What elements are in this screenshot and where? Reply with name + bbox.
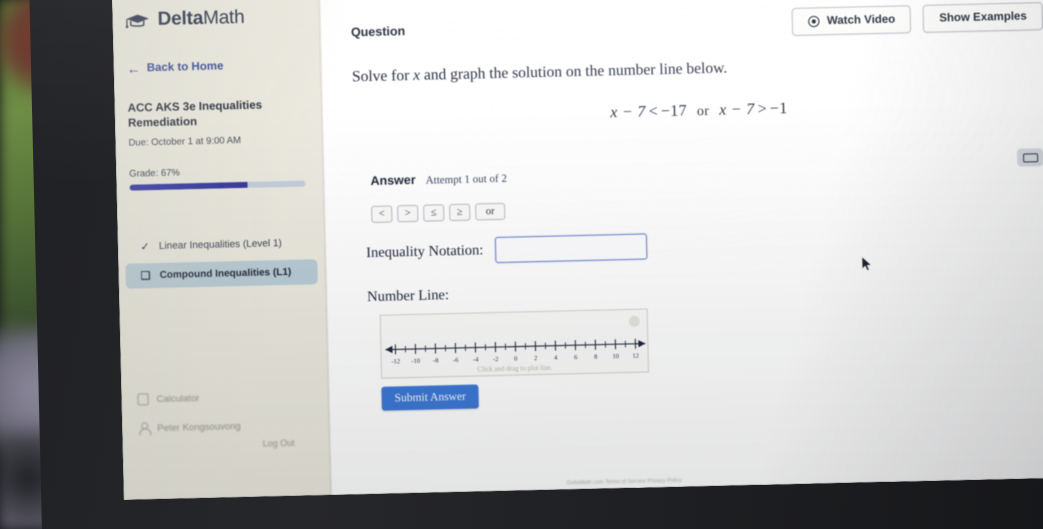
sidebar: DeltaMath ← Back to Home ACC AKS 3e Ineq… — [112, 0, 331, 500]
prompt-before-text: Solve for — [351, 67, 410, 86]
sidebar-item-compound-inequalities[interactable]: ❏ Compound Inequalities (L1) — [125, 259, 318, 289]
assignment-nav-list: ✓ Linear Inequalities (Level 1) ❏ Compou… — [118, 230, 325, 289]
pencil-icon: ❏ — [140, 270, 151, 283]
logout-link[interactable]: Log Out — [263, 438, 295, 449]
grade-progress-fill — [129, 181, 248, 191]
graduation-cap-icon — [125, 14, 149, 28]
inequality-notation-row: Inequality Notation: — [366, 224, 1043, 266]
show-examples-button[interactable]: Show Examples — [922, 2, 1043, 33]
sidebar-item-linear-inequalities[interactable]: ✓ Linear Inequalities (Level 1) — [125, 230, 318, 260]
grade-label: Grade: 67% — [129, 167, 181, 180]
attempt-counter: Attempt 1 out of 2 — [425, 172, 508, 187]
question-panel: Question Watch Video Show Examples Solve… — [318, 0, 1043, 495]
check-icon: ✓ — [140, 241, 150, 254]
calculator-label: Calculator — [156, 392, 200, 405]
screen-footer-text: DeltaMath.com Terms of Service Privacy P… — [566, 477, 682, 487]
monitor-screen: DeltaMath ← Back to Home ACC AKS 3e Ineq… — [112, 0, 1043, 500]
answer-header: Answer Attempt 1 out of 2 — [370, 158, 1043, 188]
brand-logo: DeltaMath — [112, 0, 319, 32]
photo-of-monitor: DeltaMath ← Back to Home ACC AKS 3e Ineq… — [0, 0, 1043, 529]
equation-connector: or — [696, 103, 710, 120]
equation-right-expression: x − 7 — [718, 100, 755, 119]
keyboard-icon — [1022, 152, 1038, 163]
number-line-widget[interactable]: -12 -10 -8 -6 -4 -2 0 2 4 6 8 10 12 Click and drag t… — [379, 308, 650, 379]
show-examples-label: Show Examples — [939, 10, 1027, 25]
prompt-variable: x — [412, 66, 421, 84]
brand-name: DeltaMath — [157, 7, 244, 31]
question-equation: x − 7 < −17 or x − 7 > −1 — [353, 94, 1043, 128]
svg-text:-8: -8 — [433, 357, 439, 364]
svg-text:6: 6 — [574, 354, 578, 361]
play-circle-icon — [808, 15, 820, 28]
symbol-button-le[interactable]: ≤ — [423, 204, 445, 222]
svg-text:-10: -10 — [411, 358, 420, 365]
question-label: Question — [350, 24, 406, 40]
question-panel-inner: Question Watch Video Show Examples Solve… — [320, 0, 1043, 495]
symbol-button-lt[interactable]: < — [371, 205, 393, 223]
back-to-home-link[interactable]: ← Back to Home — [114, 57, 320, 76]
user-account[interactable]: Peter Kongsouvong — [138, 418, 328, 434]
assignment-due-date: Due: October 1 at 9:00 AM — [128, 134, 242, 149]
question-actions: Watch Video Show Examples — [791, 2, 1043, 36]
inequality-notation-label: Inequality Notation: — [365, 241, 484, 261]
sidebar-item-label: Linear Inequalities (Level 1) — [158, 237, 282, 252]
symbol-button-or[interactable]: or — [475, 202, 506, 221]
symbol-button-gt[interactable]: > — [397, 204, 419, 223]
deltamath-app: DeltaMath ← Back to Home ACC AKS 3e Ineq… — [112, 0, 1043, 500]
inequality-notation-input[interactable] — [495, 233, 648, 264]
equation-left-value: −17 — [660, 102, 688, 121]
svg-text:12: 12 — [632, 353, 639, 360]
brand-name-math: Math — [202, 6, 245, 29]
grade-progress-bar — [129, 180, 306, 191]
brand-name-delta: Delta — [157, 7, 204, 30]
calculator-icon — [137, 393, 149, 406]
calculator-tool[interactable]: Calculator — [137, 389, 327, 406]
equation-left-operator: < — [648, 103, 659, 121]
number-line-label: Number Line: — [367, 287, 450, 306]
user-name-label: Peter Kongsouvong — [157, 420, 241, 434]
svg-text:4: 4 — [554, 355, 558, 362]
svg-text:8: 8 — [594, 354, 597, 361]
equation-left-expression: x − 7 — [610, 103, 646, 122]
question-prompt: Solve for x and graph the solution on th… — [352, 52, 1043, 86]
equation-right-value: −1 — [769, 100, 788, 118]
keyboard-toggle-button[interactable] — [1016, 148, 1043, 167]
svg-text:2: 2 — [534, 355, 537, 362]
svg-text:-6: -6 — [453, 357, 459, 364]
prompt-after-text: and graph the solution on the number lin… — [423, 59, 728, 84]
svg-text:-2: -2 — [493, 356, 499, 363]
arrow-left-icon: ← — [126, 60, 141, 77]
equation-right-operator: > — [757, 100, 768, 118]
svg-text:-4: -4 — [473, 356, 479, 363]
svg-text:-12: -12 — [391, 358, 400, 365]
svg-text:0: 0 — [514, 356, 517, 363]
question-header: Question Watch Video Show Examples — [350, 0, 1043, 46]
assignment-info: ACC AKS 3e Inequalities Remediation Due:… — [115, 97, 323, 191]
answer-title: Answer — [370, 172, 416, 188]
submit-answer-button[interactable]: Submit Answer — [381, 384, 480, 411]
sidebar-item-label: Compound Inequalities (L1) — [159, 266, 292, 281]
answer-section: Answer Attempt 1 out of 2 < > ≤ ≥ or Inequal… — [354, 158, 1043, 411]
watch-video-label: Watch Video — [826, 13, 896, 28]
symbol-button-row: < > ≤ ≥ or — [371, 190, 1043, 223]
user-icon — [138, 422, 149, 434]
assignment-title: ACC AKS 3e Inequalities Remediation — [127, 99, 263, 130]
back-to-home-label: Back to Home — [146, 60, 224, 75]
svg-text:10: 10 — [612, 353, 619, 360]
watch-video-button[interactable]: Watch Video — [791, 5, 912, 36]
symbol-button-ge[interactable]: ≥ — [449, 203, 471, 222]
sidebar-bottom-tools: Calculator Peter Kongsouvong — [121, 389, 328, 452]
